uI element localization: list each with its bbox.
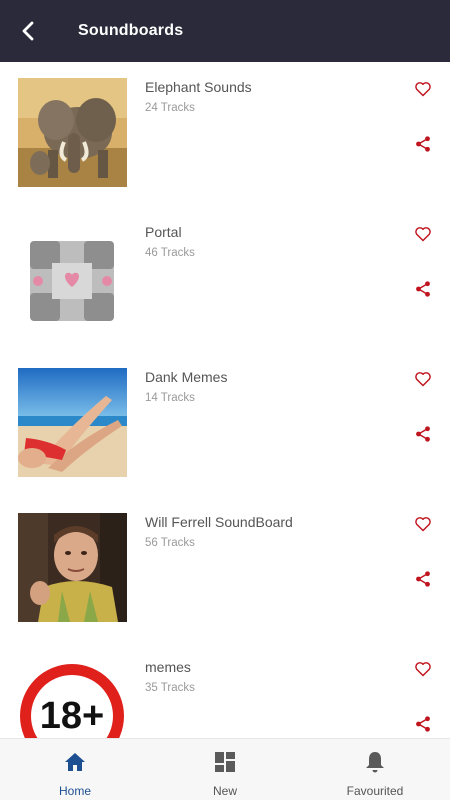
home-icon [62,749,88,775]
soundboard-title: Elephant Sounds [145,79,252,95]
favorite-button[interactable] [412,78,434,100]
will-ferrell-thumbnail[interactable] [18,513,127,622]
svg-text:18+: 18+ [40,695,104,737]
elephant-thumbnail[interactable] [18,78,127,187]
track-count: 46 Tracks [145,247,195,259]
share-button[interactable] [412,133,434,155]
share-button[interactable] [412,568,434,590]
list-item[interactable]: 18+ memes 35 Tracks [0,642,450,738]
page-title: Soundboards [78,22,184,39]
track-count: 14 Tracks [145,392,195,404]
share-icon [416,716,430,732]
heart-outline-icon [415,372,431,387]
companion-cube-thumbnail[interactable] [18,223,127,332]
favorite-button[interactable] [412,658,434,680]
favorite-button[interactable] [412,223,434,245]
soundboard-list[interactable]: Elephant Sounds 24 Tracks Portal 46 Trac… [0,62,450,738]
app-bar: Soundboards [0,0,450,62]
soundboard-title: Will Ferrell SoundBoard [145,514,293,530]
heart-outline-icon [415,82,431,97]
share-icon [416,426,430,442]
bottom-navigation: Home New Favourited [0,738,450,800]
soundboard-title: Dank Memes [145,369,228,385]
bell-icon [362,749,388,775]
beach-thumbnail[interactable] [18,368,127,477]
dashboard-icon [212,749,238,775]
heart-outline-icon [415,517,431,532]
track-count: 56 Tracks [145,537,195,549]
list-item[interactable]: Will Ferrell SoundBoard 56 Tracks [0,497,450,642]
share-icon [416,571,430,587]
share-button[interactable] [412,278,434,300]
share-button[interactable] [412,713,434,735]
list-item[interactable]: Portal 46 Tracks [0,207,450,352]
back-button[interactable] [0,0,56,62]
nav-favourited[interactable]: Favourited [300,739,450,800]
nav-home[interactable]: Home [0,739,150,800]
share-icon [416,281,430,297]
arrow-back-icon [22,21,34,41]
18-plus-thumbnail[interactable]: 18+ [18,658,127,738]
track-count: 24 Tracks [145,102,195,114]
nav-home-label: Home [58,784,91,798]
nav-new[interactable]: New [150,739,300,800]
heart-outline-icon [415,662,431,677]
favorite-button[interactable] [412,513,434,535]
nav-new-label: New [212,784,237,798]
soundboard-title: memes [145,659,191,675]
track-count: 35 Tracks [145,682,195,694]
share-button[interactable] [412,423,434,445]
heart-outline-icon [415,227,431,242]
favorite-button[interactable] [412,368,434,390]
nav-favourited-label: Favourited [346,784,404,798]
soundboard-title: Portal [145,224,182,240]
list-item[interactable]: Dank Memes 14 Tracks [0,352,450,497]
share-icon [416,136,430,152]
list-item[interactable]: Elephant Sounds 24 Tracks [0,62,450,207]
